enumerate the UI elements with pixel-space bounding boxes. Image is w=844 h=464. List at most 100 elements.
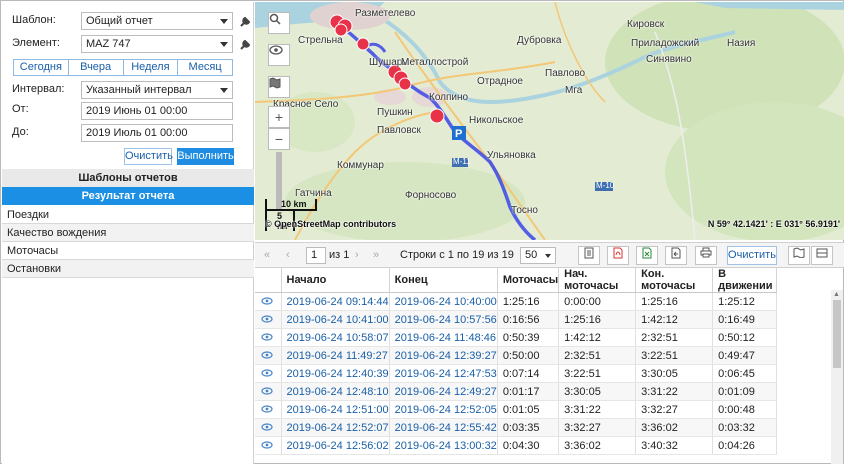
eye-icon[interactable]	[255, 310, 282, 329]
scroll-up-icon[interactable]: ▲	[833, 291, 840, 298]
cell-start[interactable]: 2019-06-24 10:58:07	[281, 328, 390, 347]
print-preview-button[interactable]	[578, 246, 600, 265]
cell-in-motion: 0:04:26	[712, 436, 778, 455]
range-week-button[interactable]: Неделя	[123, 60, 179, 75]
print-button[interactable]	[695, 246, 717, 265]
range-month-button[interactable]: Месяц	[178, 60, 232, 75]
cell-start[interactable]: 2019-06-24 12:56:02	[281, 436, 390, 455]
cell-start[interactable]: 2019-06-24 12:51:00	[281, 400, 390, 419]
report-templates-header[interactable]: Шаблоны отчетов	[2, 169, 254, 187]
eye-icon[interactable]	[255, 400, 282, 419]
map-coordinates: N 59° 42.1421' : E 031° 56.9191'	[707, 219, 840, 229]
file-export-icon	[671, 247, 681, 259]
cell-start[interactable]: 2019-06-24 12:52:07	[281, 418, 390, 437]
report-item-stops[interactable]: Остановки	[2, 260, 254, 278]
plus-icon: +	[274, 109, 284, 125]
column-header-in-motion[interactable]: В движении	[712, 268, 778, 293]
wrench-icon[interactable]	[239, 39, 251, 51]
prev-page-icon[interactable]: ‹	[286, 249, 290, 261]
app-window: Шаблон: Общий отчет Элемент: MAZ 747 Сег…	[0, 0, 844, 464]
cell-end-engine-hours: 3:36:02	[635, 418, 714, 437]
cell-engine-hours: 0:01:17	[497, 382, 560, 401]
column-header-start-engine-hours[interactable]: Нач. моточасы	[558, 268, 637, 293]
cell-end[interactable]: 2019-06-24 10:57:56	[389, 310, 498, 329]
cell-end[interactable]: 2019-06-24 11:48:46	[389, 328, 498, 347]
last-page-icon[interactable]: »	[373, 249, 379, 261]
table-row[interactable]: 2019-06-24 12:48:10 2019-06-24 12:49:27 0:…	[255, 382, 778, 401]
map-label-pushkin: Пушкин	[377, 107, 413, 118]
cell-start[interactable]: 2019-06-24 10:41:00	[281, 310, 390, 329]
column-header-start[interactable]: Начало	[281, 268, 390, 293]
show-table-button[interactable]	[811, 246, 833, 265]
wrench-icon[interactable]	[239, 16, 251, 28]
cell-end[interactable]: 2019-06-24 12:39:27	[389, 346, 498, 365]
range-today-button[interactable]: Сегодня	[14, 60, 69, 75]
table-row[interactable]: 2019-06-24 09:14:44 2019-06-24 10:40:00 1:…	[255, 292, 778, 311]
table-row[interactable]: 2019-06-24 11:49:27 2019-06-24 12:39:27 0:…	[255, 346, 778, 365]
cell-start[interactable]: 2019-06-24 11:49:27	[281, 346, 390, 365]
eye-icon[interactable]	[255, 346, 282, 365]
eye-icon[interactable]	[255, 436, 282, 455]
run-report-button[interactable]: Выполнить	[177, 148, 234, 165]
report-item-trips[interactable]: Поездки	[2, 206, 254, 224]
table-row[interactable]: 2019-06-24 12:56:02 2019-06-24 13:00:32 0:…	[255, 436, 778, 455]
map-label-priladozhsky: Приладожский	[631, 38, 700, 49]
cell-end[interactable]: 2019-06-24 12:49:27	[389, 382, 498, 401]
map-label-kirovsk: Кировск	[627, 19, 665, 30]
cell-start[interactable]: 2019-06-24 12:40:39	[281, 364, 390, 383]
map-label-gatchina: Гатчина	[295, 188, 332, 199]
map-search-button[interactable]	[268, 12, 290, 34]
clear-form-button[interactable]: Очистить	[124, 148, 173, 165]
report-result-header[interactable]: Результат отчета	[2, 187, 254, 205]
map-visibility-button[interactable]	[268, 44, 290, 66]
table-row[interactable]: 2019-06-24 10:58:07 2019-06-24 11:48:46 0:…	[255, 328, 778, 347]
element-select[interactable]: MAZ 747	[81, 35, 233, 53]
map-layers-button[interactable]	[268, 76, 290, 98]
eye-icon[interactable]	[255, 364, 282, 383]
cell-end[interactable]: 2019-06-24 13:00:32	[389, 436, 498, 455]
clear-report-button[interactable]: Очистить	[727, 246, 777, 265]
page-size-select[interactable]: 50	[520, 247, 556, 264]
minus-icon: −	[274, 131, 284, 147]
cell-start[interactable]: 2019-06-24 09:14:44	[281, 292, 390, 311]
eye-icon[interactable]	[255, 328, 282, 347]
table-row[interactable]: 2019-06-24 12:40:39 2019-06-24 12:47:53 0:…	[255, 364, 778, 383]
export-file-button[interactable]	[665, 246, 687, 265]
eye-icon[interactable]	[255, 418, 282, 437]
cell-end[interactable]: 2019-06-24 10:40:00	[389, 292, 498, 311]
show-map-button[interactable]	[788, 246, 810, 265]
export-pdf-button[interactable]	[607, 246, 629, 265]
interval-select[interactable]: Указанный интервал	[81, 81, 233, 99]
next-page-icon[interactable]: ›	[355, 249, 359, 261]
column-header-engine-hours[interactable]: Моточасы	[497, 268, 560, 293]
to-date-input[interactable]: 2019 Июль 01 00:00	[81, 124, 233, 142]
map-view[interactable]: P Стрельна Шушары Металлострой Отрадное …	[255, 2, 844, 240]
table-row[interactable]: 2019-06-24 12:52:07 2019-06-24 12:55:42 0:…	[255, 418, 778, 437]
cell-end-engine-hours: 1:42:12	[635, 310, 714, 329]
table-row[interactable]: 2019-06-24 12:51:00 2019-06-24 12:52:05 0:…	[255, 400, 778, 419]
cell-end[interactable]: 2019-06-24 12:47:53	[389, 364, 498, 383]
cell-start-engine-hours: 0:00:00	[558, 292, 637, 311]
export-excel-button[interactable]	[636, 246, 658, 265]
eye-icon[interactable]	[255, 382, 282, 401]
scrollbar-thumb[interactable]	[833, 300, 841, 368]
report-item-driving-quality[interactable]: Качество вождения	[2, 224, 254, 242]
report-item-engine-hours[interactable]: Моточасы	[2, 242, 254, 260]
report-sections-list: Поездки Качество вождения Моточасы Остан…	[2, 206, 254, 278]
table-scrollbar[interactable]: ▲	[831, 290, 843, 464]
zoom-out-button[interactable]: −	[268, 128, 290, 150]
cell-end[interactable]: 2019-06-24 12:52:05	[389, 400, 498, 419]
template-select[interactable]: Общий отчет	[81, 12, 233, 30]
column-header-end[interactable]: Конец	[389, 268, 498, 293]
column-header-end-engine-hours[interactable]: Кон. моточасы	[635, 268, 714, 293]
eye-icon[interactable]	[255, 292, 282, 311]
cell-end[interactable]: 2019-06-24 12:55:42	[389, 418, 498, 437]
range-yesterday-button[interactable]: Вчера	[68, 60, 124, 75]
first-page-icon[interactable]: «	[264, 249, 270, 261]
cell-start[interactable]: 2019-06-24 12:48:10	[281, 382, 390, 401]
page-number-input[interactable]: 1	[306, 247, 326, 264]
table-row[interactable]: 2019-06-24 10:41:00 2019-06-24 10:57:56 0:…	[255, 310, 778, 329]
zoom-in-button[interactable]: +	[268, 106, 290, 128]
cell-end-engine-hours: 3:22:51	[635, 346, 714, 365]
from-date-input[interactable]: 2019 Июнь 01 00:00	[81, 102, 233, 120]
